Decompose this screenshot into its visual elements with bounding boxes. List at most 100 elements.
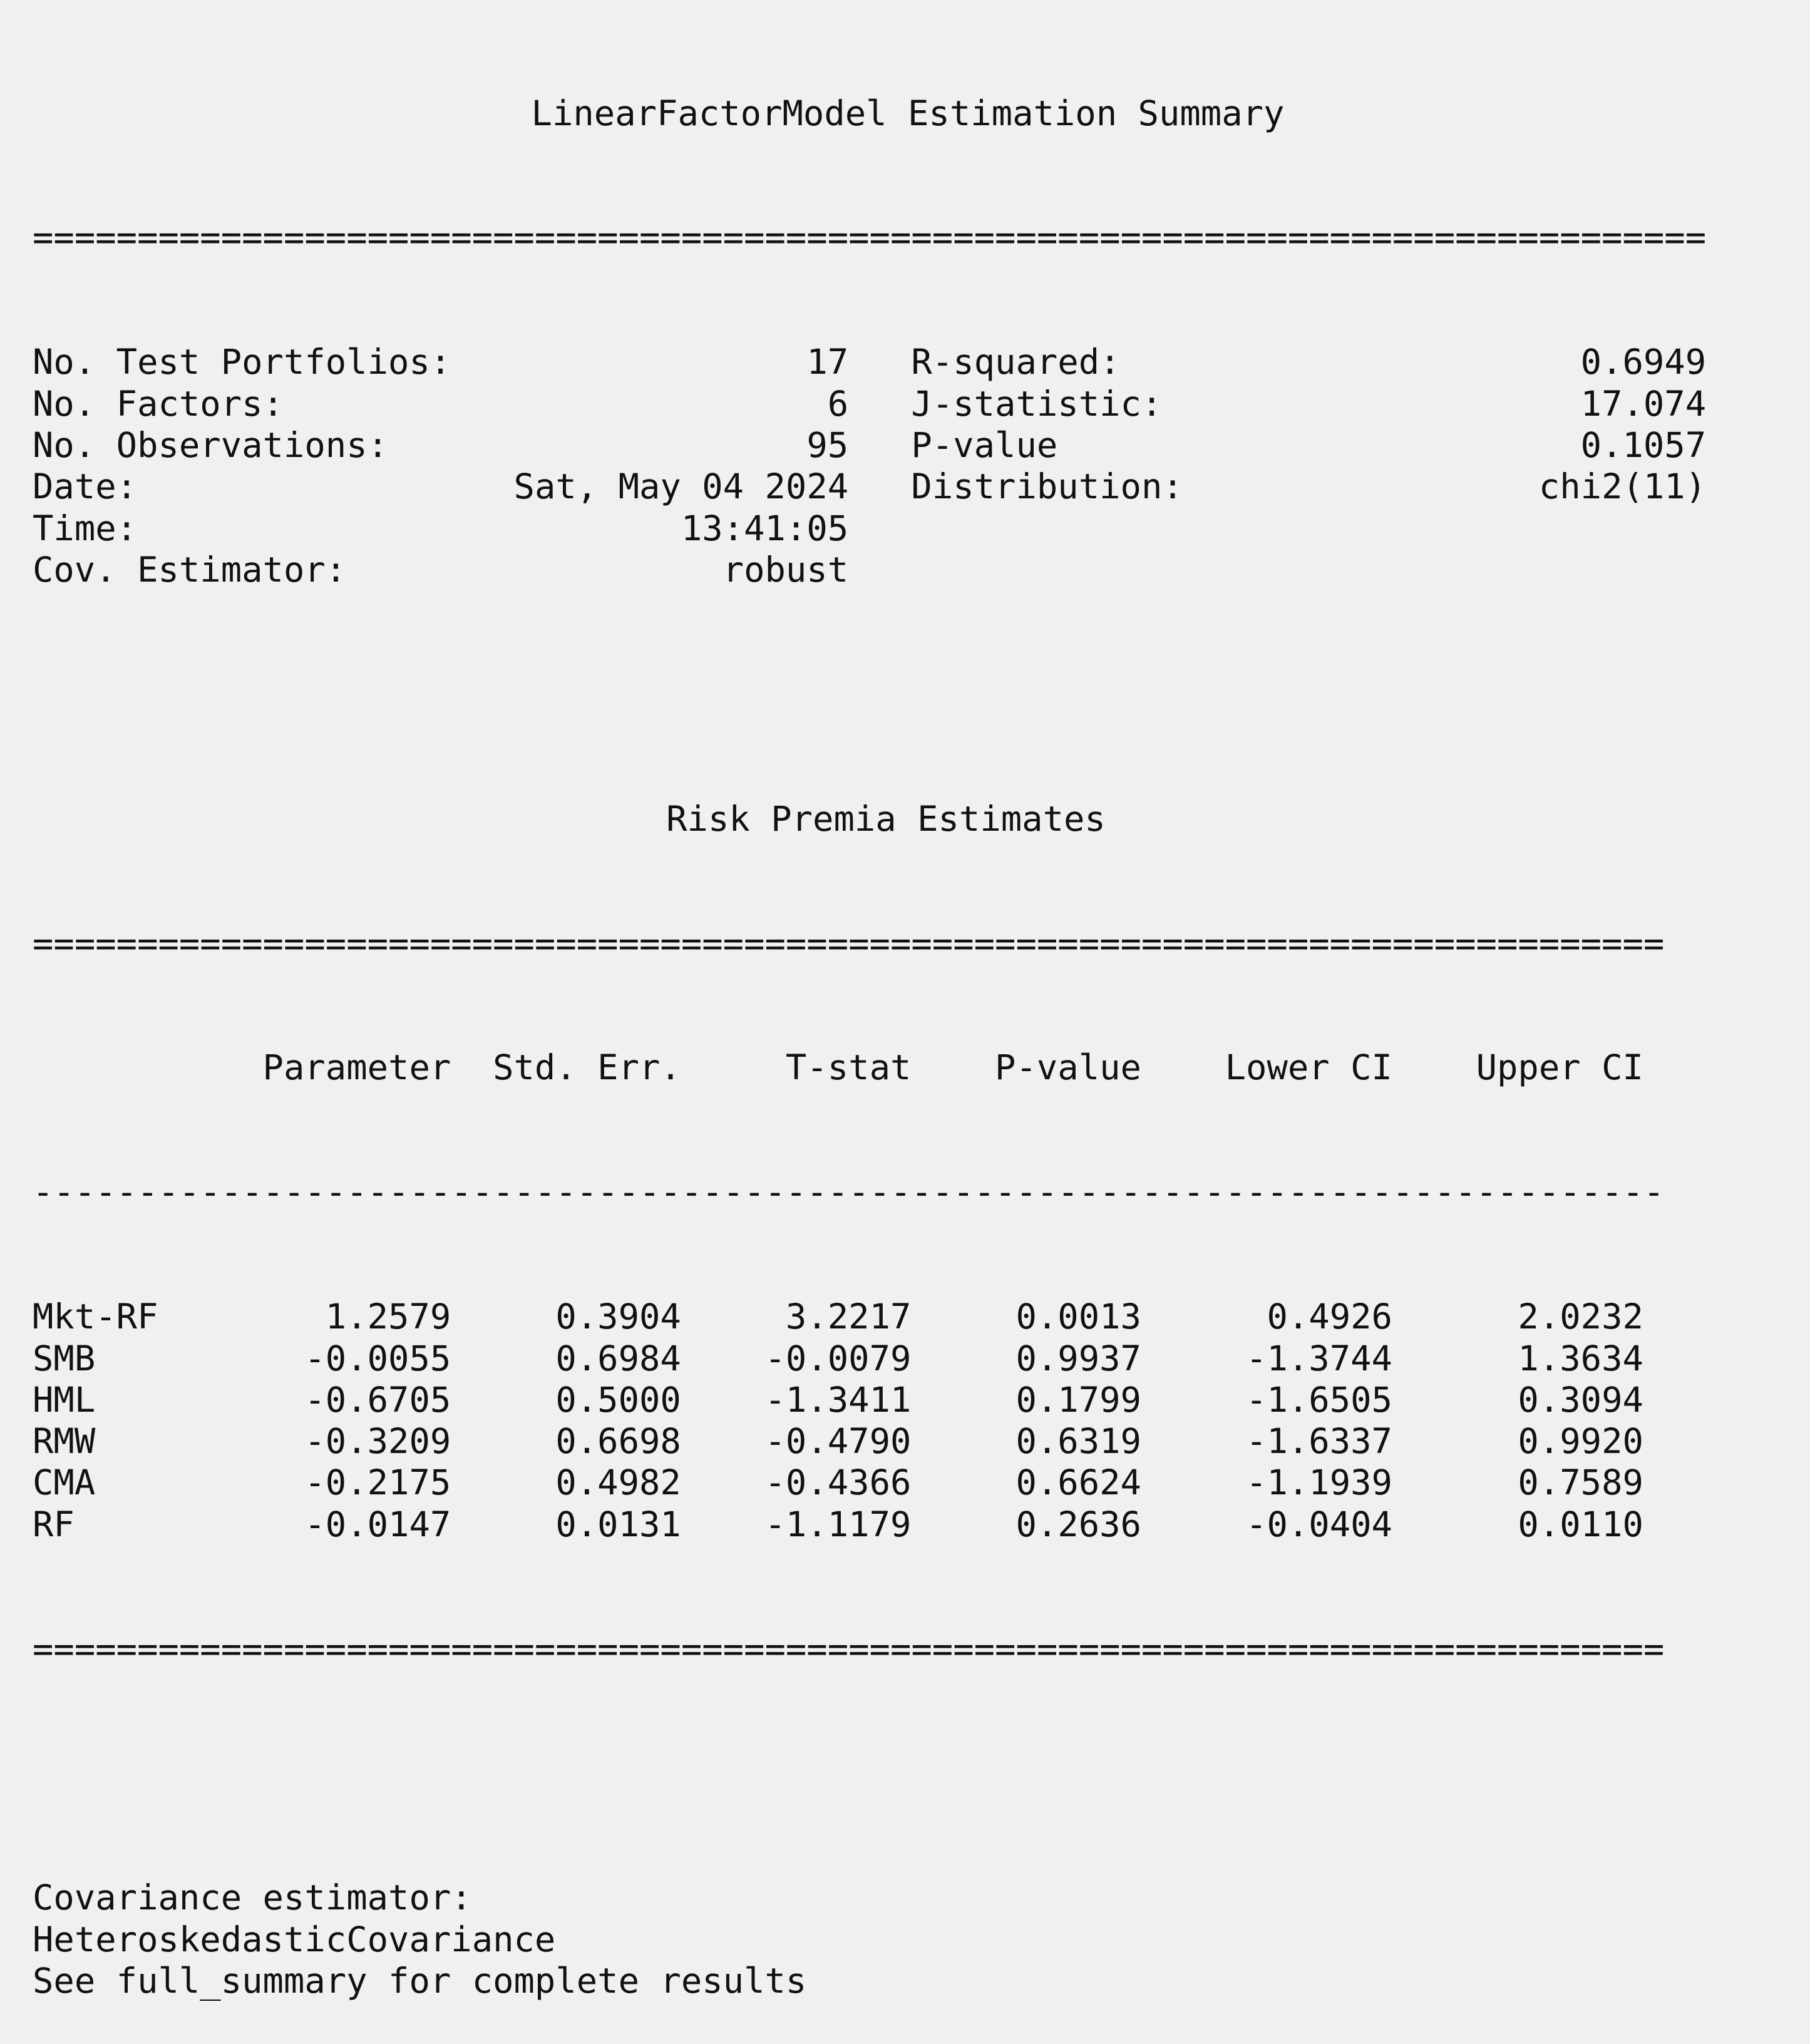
table-cell: 0.7589 <box>1392 1462 1643 1504</box>
table-cell: 0.3904 <box>451 1297 681 1338</box>
risk-premia-table: Mkt-RF 1.2579 0.3904 3.2217 0.0013 0.492… <box>33 1297 1798 1546</box>
table-cell: 0.3094 <box>1392 1379 1643 1420</box>
summary-row: No. Test Portfolios: 17 R-squared: 0.694… <box>33 342 1798 383</box>
table-cell: 0.0013 <box>911 1297 1141 1338</box>
table-row: Mkt-RF 1.2579 0.3904 3.2217 0.0013 0.492… <box>33 1297 1798 1338</box>
table-cell: 0.9920 <box>1392 1421 1643 1462</box>
table-header: Parameter Std. Err. T-stat P-value Lower… <box>33 1047 1798 1089</box>
column-header: T-stat <box>681 1047 912 1089</box>
table-cell: -1.3744 <box>1141 1338 1392 1379</box>
summary-value: 17 <box>806 342 849 383</box>
factor-name: HML <box>33 1379 200 1420</box>
table-cell: 0.5000 <box>451 1379 681 1420</box>
summary-label: No. Test Portfolios: <box>33 342 807 383</box>
table-cell: 0.1799 <box>911 1379 1141 1420</box>
column-header: P-value <box>911 1047 1141 1089</box>
table-cell: 0.4982 <box>451 1462 681 1504</box>
summary-row: Date: Sat, May 04 2024 Distribution: chi… <box>33 466 1798 508</box>
factor-name: RMW <box>33 1421 200 1462</box>
factor-name: RF <box>33 1504 200 1545</box>
column-header: Parameter <box>200 1047 451 1089</box>
table-cell: 1.2579 <box>200 1297 451 1338</box>
note-line: HeteroskedasticCovariance <box>33 1919 556 1960</box>
notes: Covariance estimator: HeteroskedasticCova… <box>33 1877 1798 2002</box>
summary-value: Sat, May 04 2024 <box>513 466 849 508</box>
summary-console: LinearFactorModel Estimation Summary ===… <box>33 10 1798 2044</box>
summary-row: Cov. Estimator: robust <box>33 550 1798 591</box>
summary-row: Time: 13:41:05 <box>33 508 1798 550</box>
table-cell: 0.9937 <box>911 1338 1141 1379</box>
summary-label: No. Factors: <box>33 383 828 424</box>
summary-label: Distribution: <box>911 466 1539 508</box>
column-header: Lower CI <box>1141 1047 1392 1089</box>
table-cell: 0.6624 <box>911 1462 1141 1504</box>
summary-label: No. Observations: <box>33 424 807 466</box>
summary-stats: No. Test Portfolios: 17 R-squared: 0.694… <box>33 342 1798 591</box>
table-row: RMW -0.3209 0.6698 -0.4790 0.6319 -1.633… <box>33 1421 1798 1462</box>
table-cell: -1.6337 <box>1141 1421 1392 1462</box>
table-cell: 0.4926 <box>1141 1297 1392 1338</box>
table-header-separator: ----------------------------------------… <box>33 1172 1665 1213</box>
summary-value: robust <box>722 549 849 590</box>
table-cell: 0.0110 <box>1392 1504 1643 1545</box>
table-cell: -0.0055 <box>200 1338 451 1379</box>
table-cell: -0.3209 <box>200 1421 451 1462</box>
table-cell: 3.2217 <box>681 1297 912 1338</box>
note-line: See full_summary for complete results <box>33 1960 807 2001</box>
table-cell: -0.2175 <box>200 1462 451 1504</box>
summary-label: Time: <box>33 508 681 549</box>
header-blank <box>33 1047 200 1088</box>
summary-value: 0.1057 <box>1580 424 1707 466</box>
summary-label: R-squared: <box>911 342 1581 383</box>
summary-row: No. Observations: 95 P-value 0.1057 <box>33 425 1798 466</box>
factor-name: CMA <box>33 1462 200 1504</box>
table-bottom-separator: ========================================… <box>33 1628 1665 1670</box>
table-cell: -0.0079 <box>681 1338 912 1379</box>
column-header: Upper CI <box>1392 1047 1643 1089</box>
summary-value: 6 <box>827 383 849 424</box>
summary-value: 95 <box>806 424 849 466</box>
table-row: CMA -0.2175 0.4982 -0.4366 0.6624 -1.193… <box>33 1462 1798 1504</box>
table-cell: -0.4366 <box>681 1462 912 1504</box>
factor-name: Mkt-RF <box>33 1297 200 1338</box>
summary-title: LinearFactorModel Estimation Summary <box>531 93 1285 134</box>
table-cell: -0.6705 <box>200 1379 451 1420</box>
table-row: HML -0.6705 0.5000 -1.3411 0.1799 -1.650… <box>33 1380 1798 1421</box>
column-header: Std. Err. <box>451 1047 681 1089</box>
summary-value: 0.6949 <box>1580 342 1707 383</box>
table-cell: -0.0404 <box>1141 1504 1392 1545</box>
table-cell: 0.0131 <box>451 1504 681 1545</box>
table-cell: -0.0147 <box>200 1504 451 1545</box>
summary-value: chi2(11) <box>1538 466 1707 508</box>
table-row: RF -0.0147 0.0131 -1.1179 0.2636 -0.0404… <box>33 1504 1798 1546</box>
summary-label: Date: <box>33 466 514 508</box>
summary-label: J-statistic: <box>911 383 1581 424</box>
table-cell: -1.3411 <box>681 1379 912 1420</box>
table-top-separator: ========================================… <box>33 923 1665 964</box>
summary-value: 13:41:05 <box>681 508 849 549</box>
summary-label: P-value <box>911 424 1581 466</box>
summary-value: 17.074 <box>1580 383 1707 424</box>
table-cell: -1.1939 <box>1141 1462 1392 1504</box>
summary-label: Cov. Estimator: <box>33 549 723 590</box>
table-cell: -0.4790 <box>681 1421 912 1462</box>
summary-row: No. Factors: 6 J-statistic: 17.074 <box>33 384 1798 425</box>
table-cell: 1.3634 <box>1392 1338 1643 1379</box>
table-cell: -1.1179 <box>681 1504 912 1545</box>
table-cell: 0.6984 <box>451 1338 681 1379</box>
table-cell: -1.6505 <box>1141 1379 1392 1420</box>
table-cell: 2.0232 <box>1392 1297 1643 1338</box>
summary-separator: ========================================… <box>33 217 1707 259</box>
risk-premia-title: Risk Premia Estimates <box>666 798 1106 840</box>
table-cell: 0.2636 <box>911 1504 1141 1545</box>
table-cell: 0.6698 <box>451 1421 681 1462</box>
table-row: SMB -0.0055 0.6984 -0.0079 0.9937 -1.374… <box>33 1338 1798 1380</box>
factor-name: SMB <box>33 1338 200 1379</box>
note-line: Covariance estimator: <box>33 1877 472 1919</box>
